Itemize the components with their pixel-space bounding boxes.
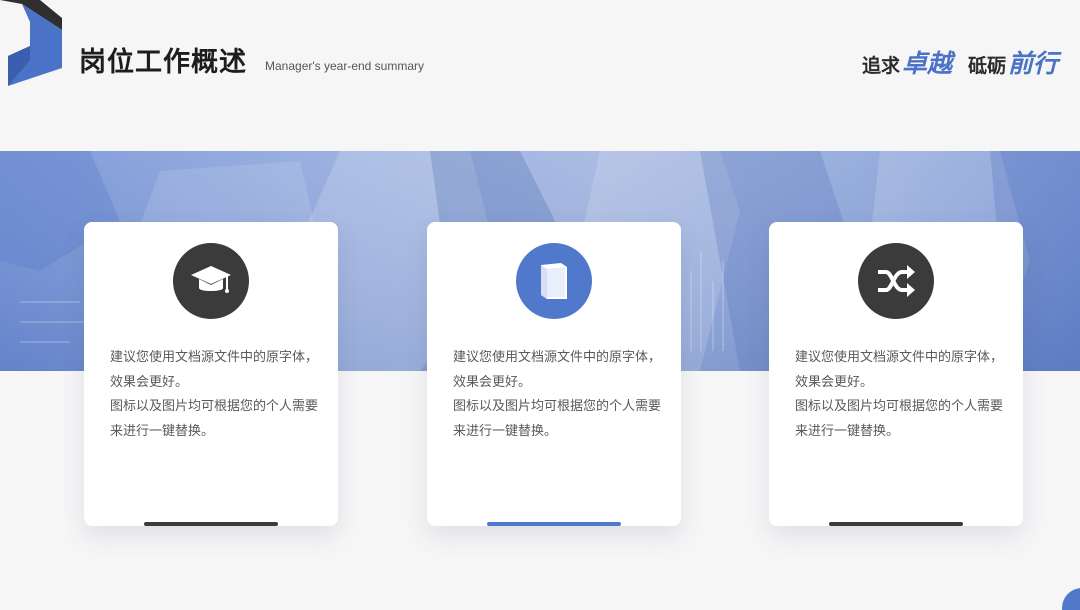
book-icon	[516, 243, 592, 319]
slogan-part2-accent: 前行	[1007, 49, 1058, 78]
page-title: 岗位工作概述	[79, 47, 247, 78]
card-2-bar	[487, 522, 621, 526]
card-1-text: 建议您使用文档源文件中的原字体，效果会更好。 图标以及图片均可根据您的个人需要来…	[110, 346, 320, 444]
slogan-part1-accent: 卓越	[901, 49, 952, 78]
corner-decoration	[1062, 588, 1080, 610]
card-3-bar	[829, 522, 963, 526]
info-card-2: 建议您使用文档源文件中的原字体，效果会更好。 图标以及图片均可根据您的个人需要来…	[427, 222, 681, 526]
card-2-line2: 图标以及图片均可根据您的个人需要来进行一键替换。	[453, 399, 662, 439]
info-card-1: 建议您使用文档源文件中的原字体，效果会更好。 图标以及图片均可根据您的个人需要来…	[84, 222, 338, 526]
slogan-part1-plain: 追求	[861, 55, 900, 77]
card-2-line1: 建议您使用文档源文件中的原字体，效果会更好。	[453, 350, 662, 390]
card-1-bar	[144, 522, 278, 526]
card-2-text: 建议您使用文档源文件中的原字体，效果会更好。 图标以及图片均可根据您的个人需要来…	[453, 346, 663, 444]
slogan: 追求 卓越 砥砺 前行	[862, 44, 1058, 80]
card-3-text: 建议您使用文档源文件中的原字体，效果会更好。 图标以及图片均可根据您的个人需要来…	[795, 346, 1005, 444]
slide: 岗位工作概述 Manager's year-end summary 追求 卓越 …	[0, 0, 1080, 610]
card-3-line1: 建议您使用文档源文件中的原字体，效果会更好。	[795, 350, 1004, 390]
card-1-line1: 建议您使用文档源文件中的原字体，效果会更好。	[110, 350, 319, 390]
page-subtitle: Manager's year-end summary	[265, 59, 425, 73]
shuffle-icon	[858, 243, 934, 319]
info-card-3: 建议您使用文档源文件中的原字体，效果会更好。 图标以及图片均可根据您的个人需要来…	[769, 222, 1023, 526]
card-1-line2: 图标以及图片均可根据您的个人需要来进行一键替换。	[110, 399, 319, 439]
graduation-cap-icon	[173, 243, 249, 319]
ribbon-logo	[0, 0, 62, 86]
slogan-part2-plain: 砥砺	[967, 55, 1006, 77]
card-3-line2: 图标以及图片均可根据您的个人需要来进行一键替换。	[795, 399, 1004, 439]
